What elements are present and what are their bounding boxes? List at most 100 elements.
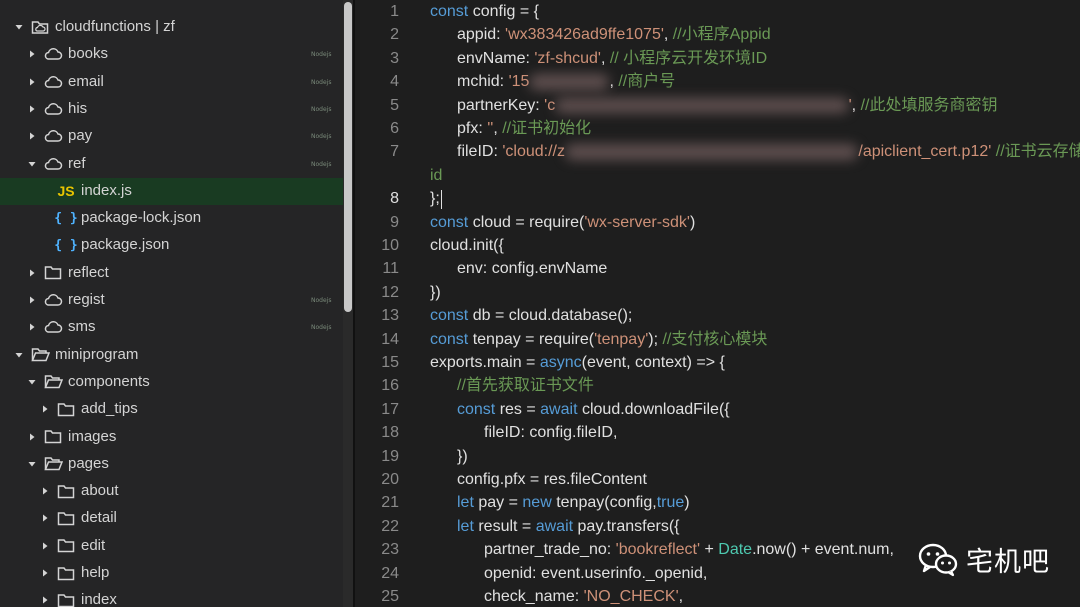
chevron-right-icon[interactable]: [40, 486, 50, 496]
code-text: appid: 'wx383426ad9ffe1075', //小程序Appid: [457, 23, 771, 46]
chevron-right-icon[interactable]: [27, 131, 37, 141]
tree-item-edit[interactable]: edit: [0, 533, 343, 560]
line-number: 12: [381, 283, 399, 301]
chevron-right-icon[interactable]: [27, 432, 37, 442]
folder-open-icon: [43, 374, 63, 390]
code-token: ,: [851, 96, 861, 114]
line-number: 23: [381, 541, 399, 559]
code-token: 'c: [544, 96, 556, 114]
chevron-right-icon[interactable]: [27, 268, 37, 278]
tree-item-sms[interactable]: sms Nodejs: [0, 314, 343, 341]
code-token: let: [457, 494, 474, 512]
redaction-overlay: [529, 74, 610, 90]
chevron-right-icon[interactable]: [27, 104, 37, 114]
code-line[interactable]: 12}): [355, 281, 1080, 304]
tree-item-help[interactable]: help: [0, 560, 343, 587]
tree-item-regist[interactable]: regist Nodejs: [0, 287, 343, 314]
code-token: async: [539, 354, 582, 371]
tree-item-pay[interactable]: pay Nodejs: [0, 123, 343, 150]
tree-item-index[interactable]: index: [0, 587, 343, 607]
code-text: let pay = new tenpay(config,true): [457, 491, 690, 514]
code-line[interactable]: 25 check_name: 'NO_CHECK',: [355, 585, 1080, 607]
chevron-right-icon[interactable]: [27, 49, 37, 59]
code-line[interactable]: 13 const db = cloud.database();: [355, 304, 1080, 327]
tree-item-about[interactable]: about: [0, 478, 343, 505]
tree-item-miniprogram[interactable]: miniprogram: [0, 342, 343, 369]
code-line[interactable]: 6 pfx: '', //证书初始化: [355, 117, 1080, 140]
code-editor[interactable]: 1 const config = { 2 appid: 'wx383426ad9ffe…: [355, 0, 1080, 607]
code-line[interactable]: 11 env: config.envName: [355, 257, 1080, 280]
code-line[interactable]: 3 envName: 'zf-shcud', // 小程序云开发环境ID: [355, 47, 1080, 70]
code-token: new: [522, 494, 552, 512]
chevron-down-icon[interactable]: [27, 377, 37, 387]
code-token: pfx:: [457, 120, 488, 137]
chevron-right-icon[interactable]: [40, 541, 50, 551]
code-text: //首先获取证书文件: [457, 374, 594, 397]
code-line[interactable]: 16 //首先获取证书文件: [355, 374, 1080, 397]
chevron-right-icon[interactable]: [40, 404, 50, 414]
chevron-right-icon[interactable]: [40, 513, 50, 523]
sidebar-scrollbar[interactable]: [343, 0, 353, 607]
code-line[interactable]: 5 partnerKey: 'c ', //此处填服务商密钥: [355, 94, 1080, 117]
tree-item-components[interactable]: components: [0, 369, 343, 396]
line-number: 21: [381, 494, 399, 512]
tree-item-label: index.js: [81, 181, 132, 199]
tree-item-add-tips[interactable]: add_tips: [0, 396, 343, 423]
code-token: const: [430, 213, 469, 231]
code-line[interactable]: 1 const config = {: [355, 0, 1080, 23]
code-text: pfx: '', //证书初始化: [457, 117, 591, 140]
code-line[interactable]: 8};: [355, 187, 1080, 210]
code-line[interactable]: 2 appid: 'wx383426ad9ffe1075', //小程序Appid: [355, 23, 1080, 46]
tree-item-index-js[interactable]: JS index.js: [0, 177, 343, 205]
chevron-right-icon[interactable]: [40, 595, 50, 605]
tree-item-email[interactable]: email Nodejs: [0, 69, 343, 96]
code-line[interactable]: 18 fileID: config.fileID,: [355, 421, 1080, 444]
line-number: 14: [381, 330, 399, 348]
wechat-icon: [918, 543, 958, 576]
code-token: id: [430, 166, 443, 184]
code-text: cloud.init({: [430, 234, 504, 257]
code-text: partner_trade_no: 'bookreflect' + Date.n…: [484, 538, 894, 561]
chevron-down-icon[interactable]: [27, 159, 37, 169]
chevron-right-icon[interactable]: [40, 568, 50, 578]
code-token: 'wx383426ad9ffe1075': [505, 26, 664, 44]
line-number: 2: [390, 26, 399, 44]
code-line[interactable]: 21 let pay = new tenpay(config,true): [355, 491, 1080, 514]
code-line[interactable]: 7 fileID: 'cloud://z /apiclient_cert.p12'…: [355, 140, 1080, 163]
code-token: ): [684, 494, 690, 512]
code-line[interactable]: 15 exports.main = async(event, context) =…: [355, 351, 1080, 374]
code-line[interactable]: 19}): [355, 445, 1080, 468]
chevron-right-icon[interactable]: [27, 77, 37, 87]
chevron-down-icon[interactable]: [14, 22, 24, 32]
code-text: envName: 'zf-shcud', // 小程序云开发环境ID: [457, 47, 767, 70]
code-line[interactable]: 17 const res = await cloud.downloadFile({: [355, 398, 1080, 421]
tree-item-cloudfunctions-zf[interactable]: cloudfunctions | zf: [0, 14, 343, 41]
code-token: envName:: [457, 49, 535, 67]
json-file-icon: { }: [54, 237, 78, 253]
code-line[interactable]: 22 let result = await pay.transfers({: [355, 515, 1080, 538]
tree-item-images[interactable]: images: [0, 424, 343, 451]
tree-item-reflect[interactable]: reflect: [0, 260, 343, 287]
tree-item-pages[interactable]: pages: [0, 451, 343, 478]
code-line[interactable]: 14 const tenpay = require('tenpay'); //支付…: [355, 328, 1080, 351]
redaction-overlay: [555, 97, 849, 113]
tree-item-his[interactable]: his Nodejs: [0, 96, 343, 123]
redacted-blur: [555, 94, 849, 117]
chevron-right-icon[interactable]: [27, 322, 37, 332]
code-token: };: [430, 190, 440, 208]
tree-item-ref[interactable]: ref Nodejs: [0, 151, 343, 178]
code-line[interactable]: 10 cloud.init({: [355, 234, 1080, 257]
code-line[interactable]: 4 mchid: '15 , //商户号: [355, 70, 1080, 93]
tree-item-books[interactable]: books Nodejs: [0, 41, 343, 68]
code-line[interactable]: 9 const cloud = require('wx-server-sdk'): [355, 211, 1080, 234]
sidebar-scrollbar-thumb[interactable]: [344, 2, 352, 312]
chevron-down-icon[interactable]: [14, 350, 24, 360]
cloud-icon: [43, 292, 63, 308]
tree-item-package-lock-json[interactable]: { } package-lock.json: [0, 205, 343, 232]
chevron-right-icon[interactable]: [27, 295, 37, 305]
chevron-down-icon[interactable]: [27, 459, 37, 469]
tree-item-package-json[interactable]: { } package.json: [0, 232, 343, 259]
tree-item-detail[interactable]: detail: [0, 505, 343, 532]
code-line[interactable]: id: [355, 164, 1080, 187]
code-line[interactable]: 20 config.pfx = res.fileContent: [355, 468, 1080, 491]
